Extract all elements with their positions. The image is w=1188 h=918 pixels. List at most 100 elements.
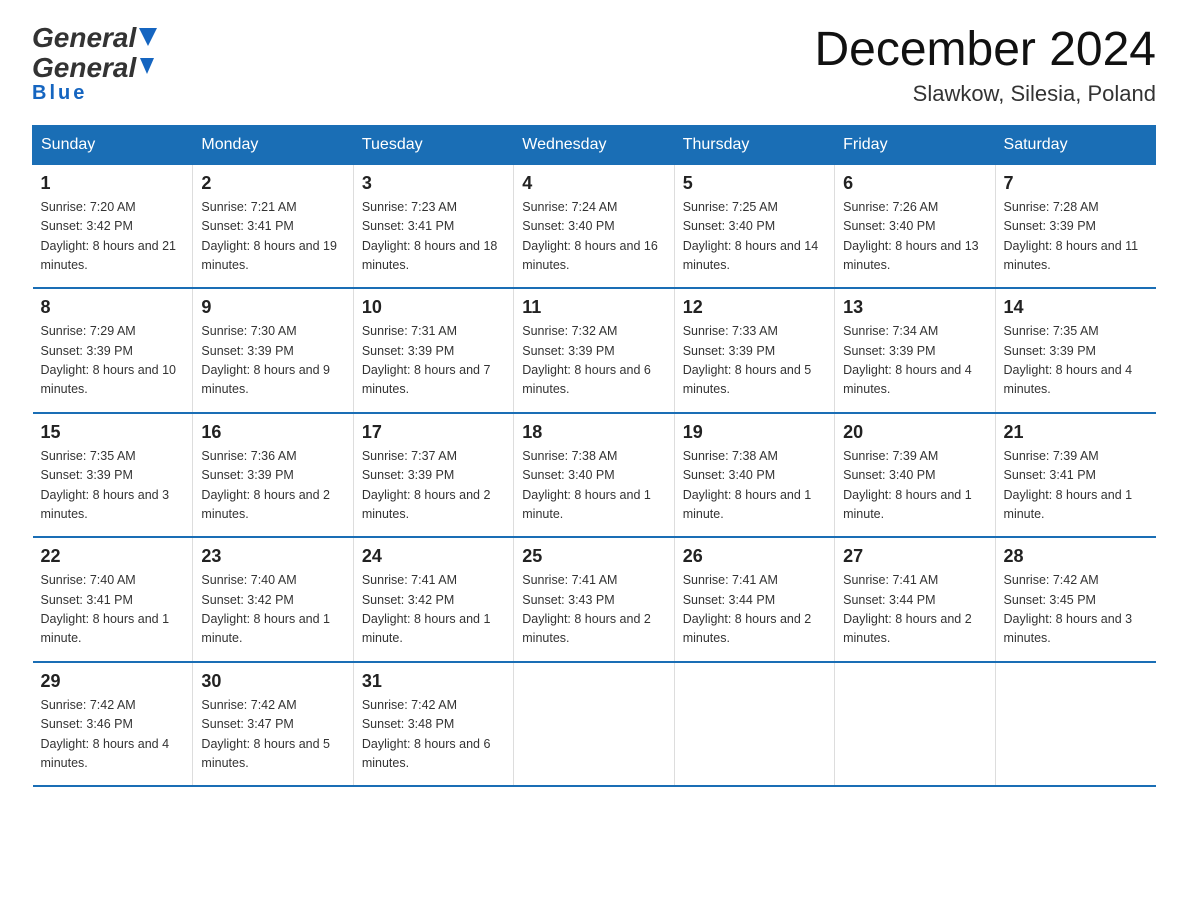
day-number: 28 xyxy=(1004,546,1148,567)
day-number: 11 xyxy=(522,297,665,318)
title-area: December 2024 Slawkow, Silesia, Poland xyxy=(814,24,1156,107)
col-thursday: Thursday xyxy=(674,125,834,164)
day-number: 3 xyxy=(362,173,505,194)
day-info: Sunrise: 7:41 AMSunset: 3:44 PMDaylight:… xyxy=(683,573,812,645)
day-number: 29 xyxy=(41,671,185,692)
calendar-cell: 28 Sunrise: 7:42 AMSunset: 3:45 PMDaylig… xyxy=(995,537,1155,662)
day-number: 15 xyxy=(41,422,185,443)
day-number: 17 xyxy=(362,422,505,443)
day-number: 1 xyxy=(41,173,185,194)
calendar-cell: 16 Sunrise: 7:36 AMSunset: 3:39 PMDaylig… xyxy=(193,413,353,538)
day-info: Sunrise: 7:34 AMSunset: 3:39 PMDaylight:… xyxy=(843,324,972,396)
day-info: Sunrise: 7:29 AMSunset: 3:39 PMDaylight:… xyxy=(41,324,177,396)
location-title: Slawkow, Silesia, Poland xyxy=(814,81,1156,107)
col-sunday: Sunday xyxy=(33,125,193,164)
calendar-cell: 22 Sunrise: 7:40 AMSunset: 3:41 PMDaylig… xyxy=(33,537,193,662)
day-number: 31 xyxy=(362,671,505,692)
calendar-cell: 19 Sunrise: 7:38 AMSunset: 3:40 PMDaylig… xyxy=(674,413,834,538)
day-number: 26 xyxy=(683,546,826,567)
day-number: 23 xyxy=(201,546,344,567)
day-info: Sunrise: 7:33 AMSunset: 3:39 PMDaylight:… xyxy=(683,324,812,396)
logo-general-text: General xyxy=(32,24,136,52)
calendar-cell: 29 Sunrise: 7:42 AMSunset: 3:46 PMDaylig… xyxy=(33,662,193,787)
calendar-table: Sunday Monday Tuesday Wednesday Thursday… xyxy=(32,125,1156,788)
day-number: 22 xyxy=(41,546,185,567)
day-info: Sunrise: 7:35 AMSunset: 3:39 PMDaylight:… xyxy=(1004,324,1133,396)
calendar-cell: 15 Sunrise: 7:35 AMSunset: 3:39 PMDaylig… xyxy=(33,413,193,538)
day-info: Sunrise: 7:42 AMSunset: 3:45 PMDaylight:… xyxy=(1004,573,1133,645)
day-info: Sunrise: 7:42 AMSunset: 3:47 PMDaylight:… xyxy=(201,698,330,770)
calendar-cell: 7 Sunrise: 7:28 AMSunset: 3:39 PMDayligh… xyxy=(995,164,1155,288)
calendar-cell: 1 Sunrise: 7:20 AMSunset: 3:42 PMDayligh… xyxy=(33,164,193,288)
day-number: 24 xyxy=(362,546,505,567)
calendar-week-row: 15 Sunrise: 7:35 AMSunset: 3:39 PMDaylig… xyxy=(33,413,1156,538)
logo: General General Blue xyxy=(32,24,157,105)
day-info: Sunrise: 7:41 AMSunset: 3:42 PMDaylight:… xyxy=(362,573,491,645)
logo-icon: General xyxy=(32,24,157,52)
day-number: 12 xyxy=(683,297,826,318)
day-number: 30 xyxy=(201,671,344,692)
day-info: Sunrise: 7:39 AMSunset: 3:41 PMDaylight:… xyxy=(1004,449,1133,521)
calendar-week-row: 29 Sunrise: 7:42 AMSunset: 3:46 PMDaylig… xyxy=(33,662,1156,787)
calendar-cell: 18 Sunrise: 7:38 AMSunset: 3:40 PMDaylig… xyxy=(514,413,674,538)
calendar-cell: 6 Sunrise: 7:26 AMSunset: 3:40 PMDayligh… xyxy=(835,164,995,288)
calendar-cell: 10 Sunrise: 7:31 AMSunset: 3:39 PMDaylig… xyxy=(353,288,513,413)
calendar-cell xyxy=(835,662,995,787)
day-info: Sunrise: 7:42 AMSunset: 3:46 PMDaylight:… xyxy=(41,698,170,770)
day-info: Sunrise: 7:38 AMSunset: 3:40 PMDaylight:… xyxy=(522,449,651,521)
day-info: Sunrise: 7:31 AMSunset: 3:39 PMDaylight:… xyxy=(362,324,491,396)
calendar-cell: 4 Sunrise: 7:24 AMSunset: 3:40 PMDayligh… xyxy=(514,164,674,288)
day-number: 14 xyxy=(1004,297,1148,318)
calendar-cell: 9 Sunrise: 7:30 AMSunset: 3:39 PMDayligh… xyxy=(193,288,353,413)
calendar-cell xyxy=(674,662,834,787)
logo-general-label: General xyxy=(32,52,136,84)
logo-arrow-icon xyxy=(138,56,156,78)
day-number: 5 xyxy=(683,173,826,194)
calendar-cell: 11 Sunrise: 7:32 AMSunset: 3:39 PMDaylig… xyxy=(514,288,674,413)
day-number: 4 xyxy=(522,173,665,194)
col-friday: Friday xyxy=(835,125,995,164)
day-number: 9 xyxy=(201,297,344,318)
day-info: Sunrise: 7:36 AMSunset: 3:39 PMDaylight:… xyxy=(201,449,330,521)
day-info: Sunrise: 7:23 AMSunset: 3:41 PMDaylight:… xyxy=(362,200,498,272)
day-number: 20 xyxy=(843,422,986,443)
day-info: Sunrise: 7:40 AMSunset: 3:41 PMDaylight:… xyxy=(41,573,170,645)
day-info: Sunrise: 7:37 AMSunset: 3:39 PMDaylight:… xyxy=(362,449,491,521)
day-info: Sunrise: 7:38 AMSunset: 3:40 PMDaylight:… xyxy=(683,449,812,521)
day-info: Sunrise: 7:30 AMSunset: 3:39 PMDaylight:… xyxy=(201,324,330,396)
calendar-week-row: 8 Sunrise: 7:29 AMSunset: 3:39 PMDayligh… xyxy=(33,288,1156,413)
day-number: 13 xyxy=(843,297,986,318)
calendar-cell: 23 Sunrise: 7:40 AMSunset: 3:42 PMDaylig… xyxy=(193,537,353,662)
calendar-cell: 26 Sunrise: 7:41 AMSunset: 3:44 PMDaylig… xyxy=(674,537,834,662)
day-number: 25 xyxy=(522,546,665,567)
header: General General Blue December 2024 Slawk… xyxy=(32,24,1156,107)
col-tuesday: Tuesday xyxy=(353,125,513,164)
logo-triangle-icon xyxy=(139,28,157,48)
col-monday: Monday xyxy=(193,125,353,164)
calendar-cell: 31 Sunrise: 7:42 AMSunset: 3:48 PMDaylig… xyxy=(353,662,513,787)
day-number: 19 xyxy=(683,422,826,443)
day-number: 18 xyxy=(522,422,665,443)
calendar-cell xyxy=(514,662,674,787)
day-info: Sunrise: 7:20 AMSunset: 3:42 PMDaylight:… xyxy=(41,200,177,272)
calendar-cell: 20 Sunrise: 7:39 AMSunset: 3:40 PMDaylig… xyxy=(835,413,995,538)
day-info: Sunrise: 7:28 AMSunset: 3:39 PMDaylight:… xyxy=(1004,200,1139,272)
day-number: 10 xyxy=(362,297,505,318)
calendar-cell: 17 Sunrise: 7:37 AMSunset: 3:39 PMDaylig… xyxy=(353,413,513,538)
day-info: Sunrise: 7:41 AMSunset: 3:43 PMDaylight:… xyxy=(522,573,651,645)
day-number: 6 xyxy=(843,173,986,194)
day-info: Sunrise: 7:21 AMSunset: 3:41 PMDaylight:… xyxy=(201,200,337,272)
day-number: 27 xyxy=(843,546,986,567)
col-saturday: Saturday xyxy=(995,125,1155,164)
day-info: Sunrise: 7:39 AMSunset: 3:40 PMDaylight:… xyxy=(843,449,972,521)
calendar-cell xyxy=(995,662,1155,787)
calendar-cell: 3 Sunrise: 7:23 AMSunset: 3:41 PMDayligh… xyxy=(353,164,513,288)
day-number: 7 xyxy=(1004,173,1148,194)
col-wednesday: Wednesday xyxy=(514,125,674,164)
day-info: Sunrise: 7:35 AMSunset: 3:39 PMDaylight:… xyxy=(41,449,170,521)
calendar-cell: 25 Sunrise: 7:41 AMSunset: 3:43 PMDaylig… xyxy=(514,537,674,662)
day-info: Sunrise: 7:25 AMSunset: 3:40 PMDaylight:… xyxy=(683,200,819,272)
calendar-cell: 2 Sunrise: 7:21 AMSunset: 3:41 PMDayligh… xyxy=(193,164,353,288)
day-number: 16 xyxy=(201,422,344,443)
calendar-cell: 5 Sunrise: 7:25 AMSunset: 3:40 PMDayligh… xyxy=(674,164,834,288)
